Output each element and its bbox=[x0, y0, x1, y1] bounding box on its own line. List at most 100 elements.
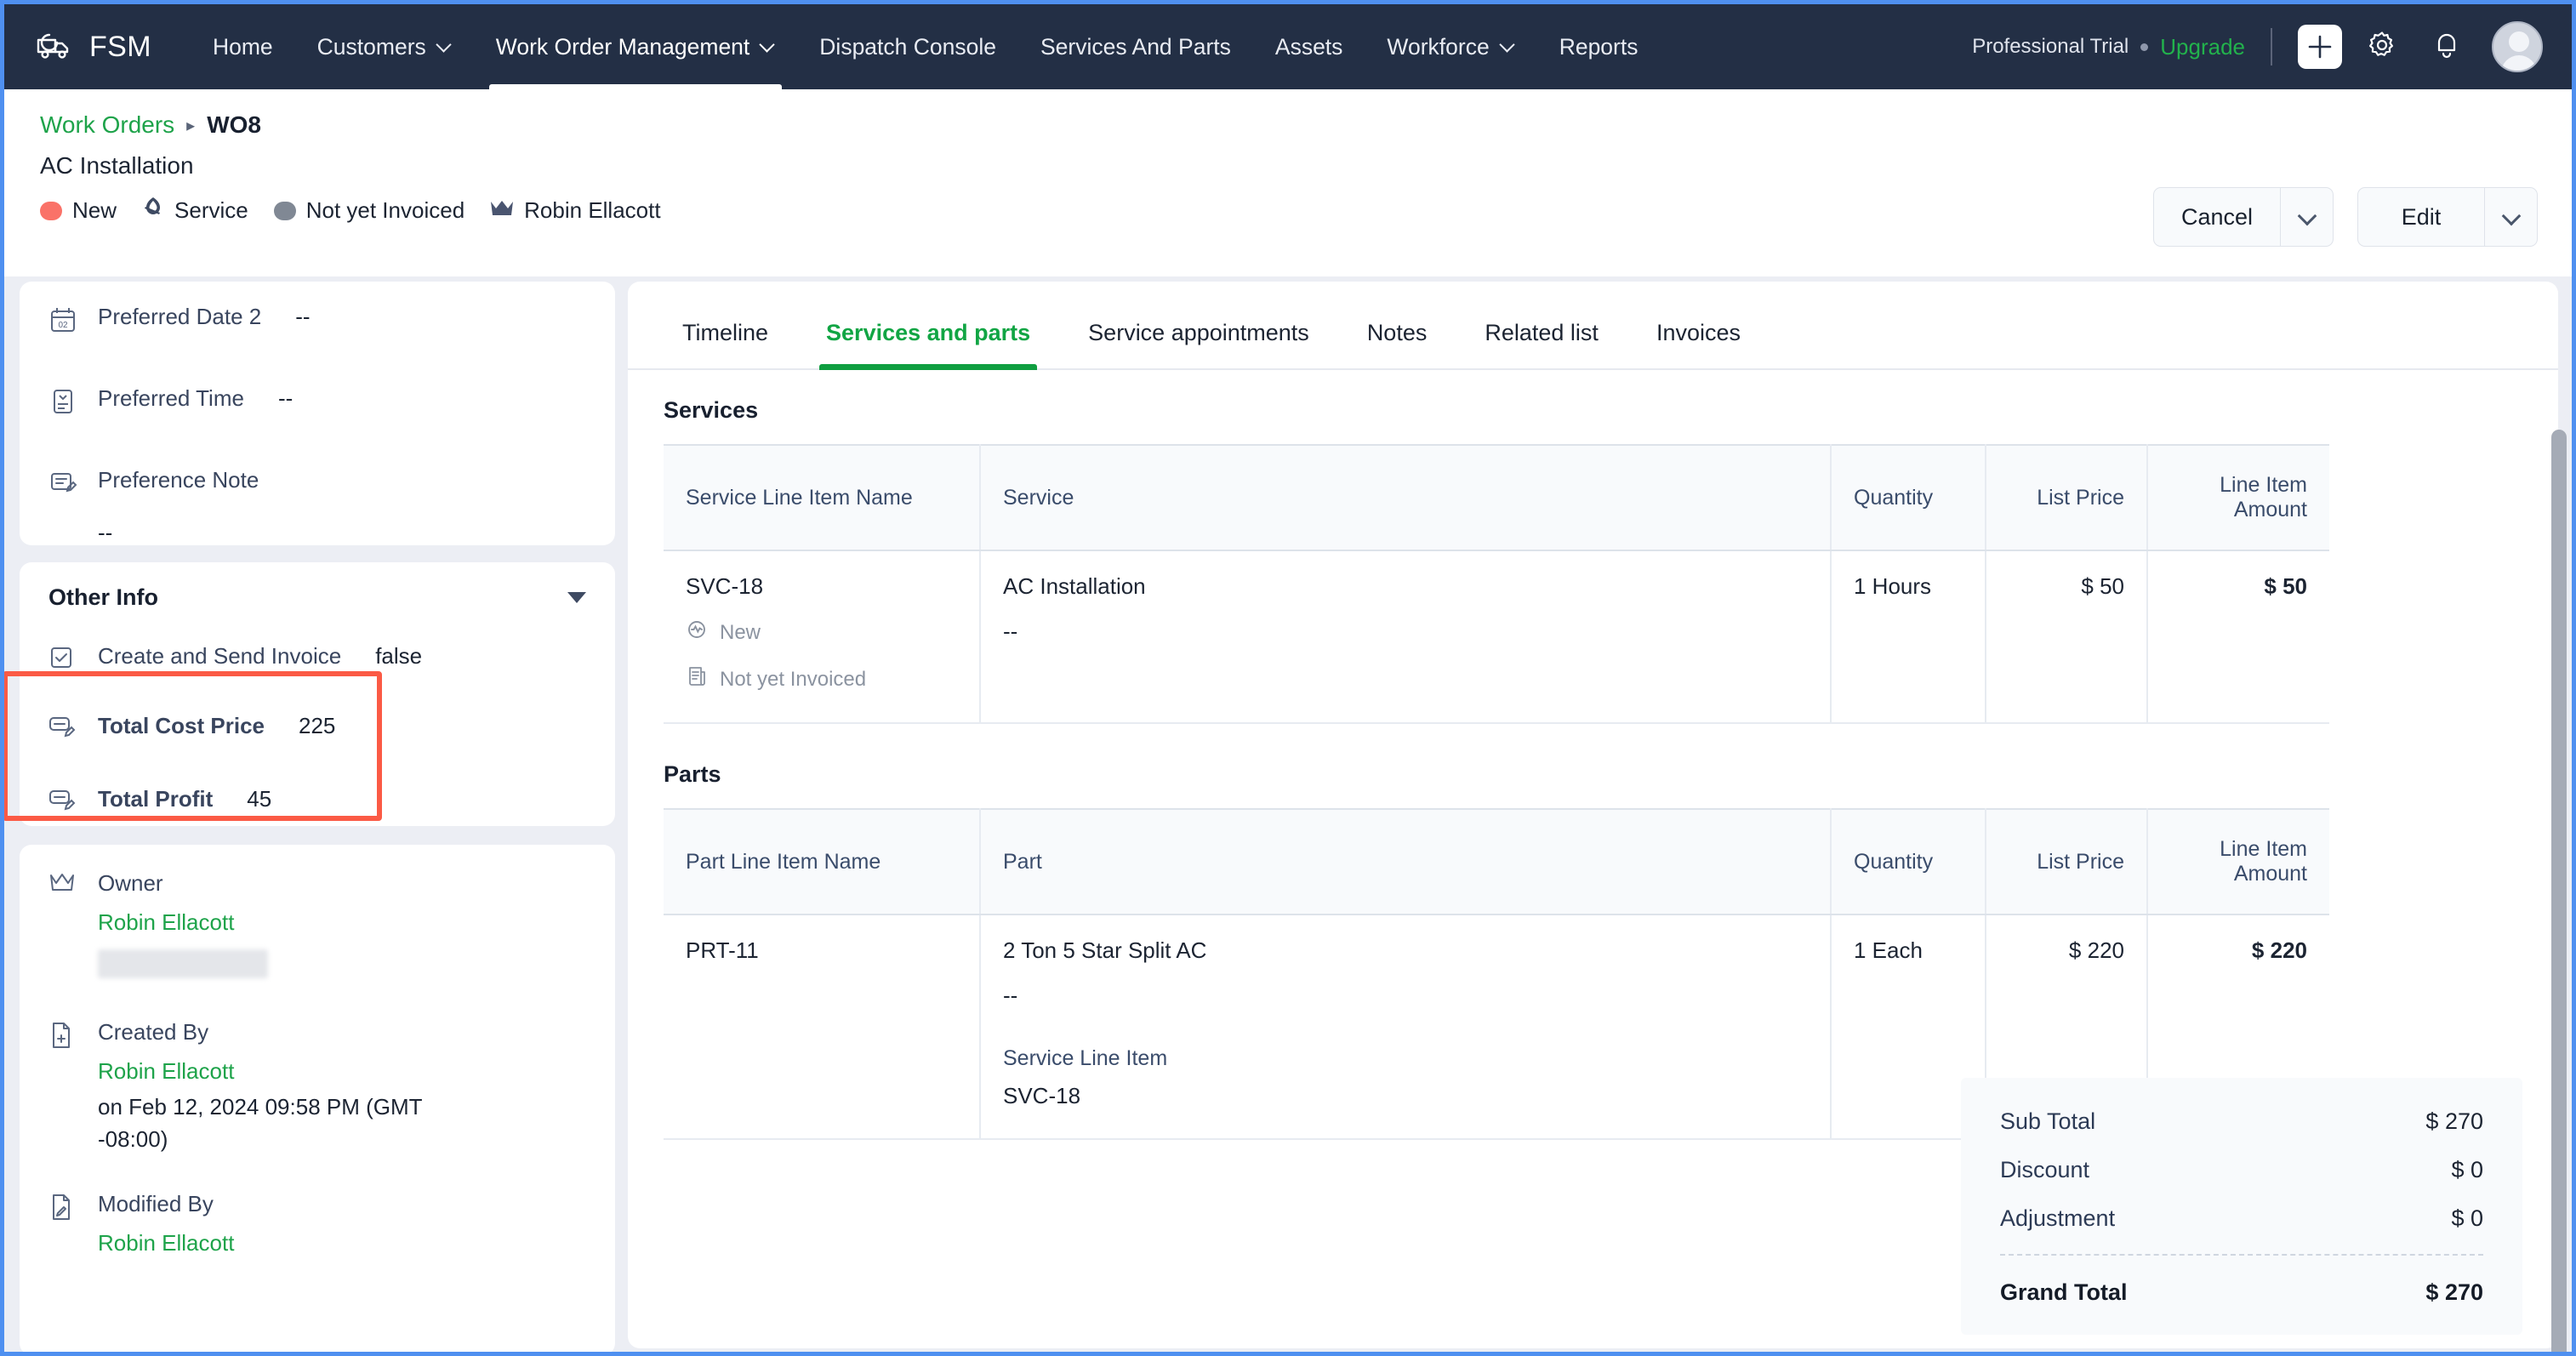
cell-quantity: 1 Hours bbox=[1831, 550, 1986, 724]
modified-by-value-link[interactable]: Robin Ellacott bbox=[98, 1230, 586, 1256]
bell-icon bbox=[2432, 30, 2461, 65]
discount-label: Discount bbox=[2000, 1157, 2090, 1182]
tab-services-and-parts[interactable]: Services and parts bbox=[797, 320, 1059, 370]
invoice-icon bbox=[686, 665, 708, 693]
nav-item-services-and-parts[interactable]: Services And Parts bbox=[1018, 4, 1253, 89]
status-dot-icon bbox=[40, 201, 62, 220]
nav-item-customers[interactable]: Customers bbox=[295, 4, 474, 89]
tab-label: Service appointments bbox=[1088, 320, 1309, 345]
chevron-down-icon bbox=[2299, 208, 2316, 225]
adjustment-label: Adjustment bbox=[2000, 1205, 2116, 1231]
avatar[interactable] bbox=[2492, 21, 2543, 72]
dropdown-form-icon bbox=[48, 387, 79, 418]
field-row-preferred-date-2[interactable]: 02 Preferred Date 2 -- bbox=[48, 304, 586, 336]
table-row[interactable]: SVC-18 New Not yet Invoiced AC Installat… bbox=[664, 550, 2329, 724]
cancel-dropdown-button[interactable] bbox=[2280, 188, 2333, 246]
sub-total-label: Sub Total bbox=[2000, 1108, 2096, 1134]
service-line-item-name: SVC-18 bbox=[686, 573, 764, 599]
nav-item-dispatch-console[interactable]: Dispatch Console bbox=[797, 4, 1018, 89]
parts-group-title: Parts bbox=[664, 761, 721, 787]
triangle-down-icon[interactable] bbox=[567, 592, 586, 603]
services-group-title: Services bbox=[664, 397, 759, 423]
status-badge-label: Not yet Invoiced bbox=[305, 197, 465, 223]
record-header: Work Orders ▸ WO8 AC Installation New Se… bbox=[4, 89, 2572, 276]
tab-related-list[interactable]: Related list bbox=[1456, 320, 1627, 368]
sub-status-label: New bbox=[720, 620, 761, 644]
field-row-preference-note[interactable]: Preference Note bbox=[48, 467, 586, 499]
col-list-price: List Price bbox=[1986, 808, 2148, 915]
nav-item-workforce[interactable]: Workforce bbox=[1365, 4, 1536, 89]
sub-total-value: $ 270 bbox=[2425, 1108, 2483, 1134]
cell-line-item-amount: $ 50 bbox=[2147, 550, 2329, 724]
crown-icon bbox=[48, 872, 79, 903]
nav-right-area: Professional Trial Upgrade bbox=[1972, 21, 2543, 72]
cancel-button[interactable]: Cancel bbox=[2154, 188, 2280, 246]
tab-service-appointments[interactable]: Service appointments bbox=[1059, 320, 1338, 368]
breadcrumb: Work Orders ▸ WO8 bbox=[40, 111, 2538, 139]
field-value: 45 bbox=[247, 786, 272, 812]
divider bbox=[2271, 28, 2272, 66]
field-label: Create and Send Invoice bbox=[98, 643, 342, 669]
redacted-owner-email bbox=[98, 949, 268, 978]
tab-timeline[interactable]: Timeline bbox=[653, 320, 797, 368]
breadcrumb-separator-icon: ▸ bbox=[186, 116, 196, 135]
tab-notes[interactable]: Notes bbox=[1338, 320, 1456, 368]
cell-part: 2 Ton 5 Star Split AC -- Service Line It… bbox=[980, 914, 1832, 1140]
chevron-down-icon bbox=[436, 37, 452, 53]
created-by-value-link[interactable]: Robin Ellacott bbox=[98, 1058, 586, 1085]
service-line-item-value: SVC-18 bbox=[1003, 1083, 1081, 1108]
table-header-row: Part Line Item Name Part Quantity List P… bbox=[664, 808, 2329, 915]
notifications-button[interactable] bbox=[2422, 22, 2471, 71]
truck-icon bbox=[35, 30, 76, 64]
field-label: Preferred Date 2 bbox=[98, 304, 262, 329]
add-button[interactable] bbox=[2298, 25, 2342, 69]
formula-edit-icon bbox=[48, 715, 79, 745]
cell-service-line-item-name: SVC-18 New Not yet Invoiced bbox=[664, 550, 981, 724]
field-label: Preferred Time bbox=[98, 385, 244, 411]
page-body: 02 Preferred Date 2 -- Preferred Time --… bbox=[4, 276, 2572, 1352]
details-sidebar: 02 Preferred Date 2 -- Preferred Time --… bbox=[4, 282, 615, 1352]
breadcrumb-parent-link[interactable]: Work Orders bbox=[40, 111, 174, 139]
nav-label: Customers bbox=[316, 33, 426, 60]
note-edit-icon bbox=[48, 469, 79, 499]
nav-item-reports[interactable]: Reports bbox=[1537, 4, 1661, 89]
service-line-item-label: Service Line Item bbox=[1003, 1046, 1168, 1070]
section-title: Other Info bbox=[48, 584, 158, 610]
record-actions: Cancel Edit bbox=[2153, 187, 2538, 247]
tab-label: Services and parts bbox=[826, 320, 1031, 345]
nav-item-home[interactable]: Home bbox=[191, 4, 295, 89]
field-row-create-and-send-invoice[interactable]: Create and Send Invoice false bbox=[48, 643, 586, 675]
field-row-created-by[interactable]: Created By bbox=[48, 1019, 586, 1051]
tab-label: Notes bbox=[1366, 320, 1428, 345]
settings-button[interactable] bbox=[2357, 22, 2407, 71]
tab-invoices[interactable]: Invoices bbox=[1627, 320, 1770, 368]
field-row-modified-by[interactable]: Modified By bbox=[48, 1191, 586, 1223]
gear-icon bbox=[2366, 29, 2398, 66]
audit-info-card: Owner Robin Ellacott Created By Robin El… bbox=[20, 845, 615, 1352]
vertical-scrollbar-thumb[interactable] bbox=[2551, 430, 2567, 1352]
tab-label: Timeline bbox=[682, 320, 769, 345]
field-row-total-profit[interactable]: Total Profit 45 bbox=[48, 786, 586, 818]
field-row-owner[interactable]: Owner bbox=[48, 870, 586, 903]
brand-logo-area[interactable]: FSM bbox=[35, 30, 151, 64]
cell-list-price: $ 50 bbox=[1986, 550, 2148, 724]
field-label: Total Profit bbox=[98, 786, 214, 812]
totals-row-grand-total: Grand Total $ 270 bbox=[2000, 1279, 2483, 1306]
tab-content-services-and-parts: Services Service Line Item Name Service … bbox=[628, 370, 2558, 1348]
owner-value-link[interactable]: Robin Ellacott bbox=[98, 909, 586, 936]
field-row-preferred-time[interactable]: Preferred Time -- bbox=[48, 385, 586, 418]
service-description: -- bbox=[1003, 618, 1018, 644]
sub-status-label: Not yet Invoiced bbox=[720, 667, 867, 691]
edit-button[interactable]: Edit bbox=[2358, 188, 2484, 246]
service-icon bbox=[142, 197, 164, 225]
field-label: Total Cost Price bbox=[98, 713, 265, 738]
nav-item-work-order-management[interactable]: Work Order Management bbox=[474, 4, 798, 89]
nav-item-assets[interactable]: Assets bbox=[1253, 4, 1365, 89]
nav-label: Assets bbox=[1274, 33, 1343, 60]
upgrade-link[interactable]: Upgrade bbox=[2160, 34, 2245, 60]
col-quantity: Quantity bbox=[1831, 808, 1986, 915]
edit-dropdown-button[interactable] bbox=[2484, 188, 2537, 246]
field-value: -- bbox=[277, 385, 294, 411]
page-title: AC Installation bbox=[40, 152, 194, 179]
field-row-total-cost-price[interactable]: Total Cost Price 225 bbox=[48, 713, 586, 745]
